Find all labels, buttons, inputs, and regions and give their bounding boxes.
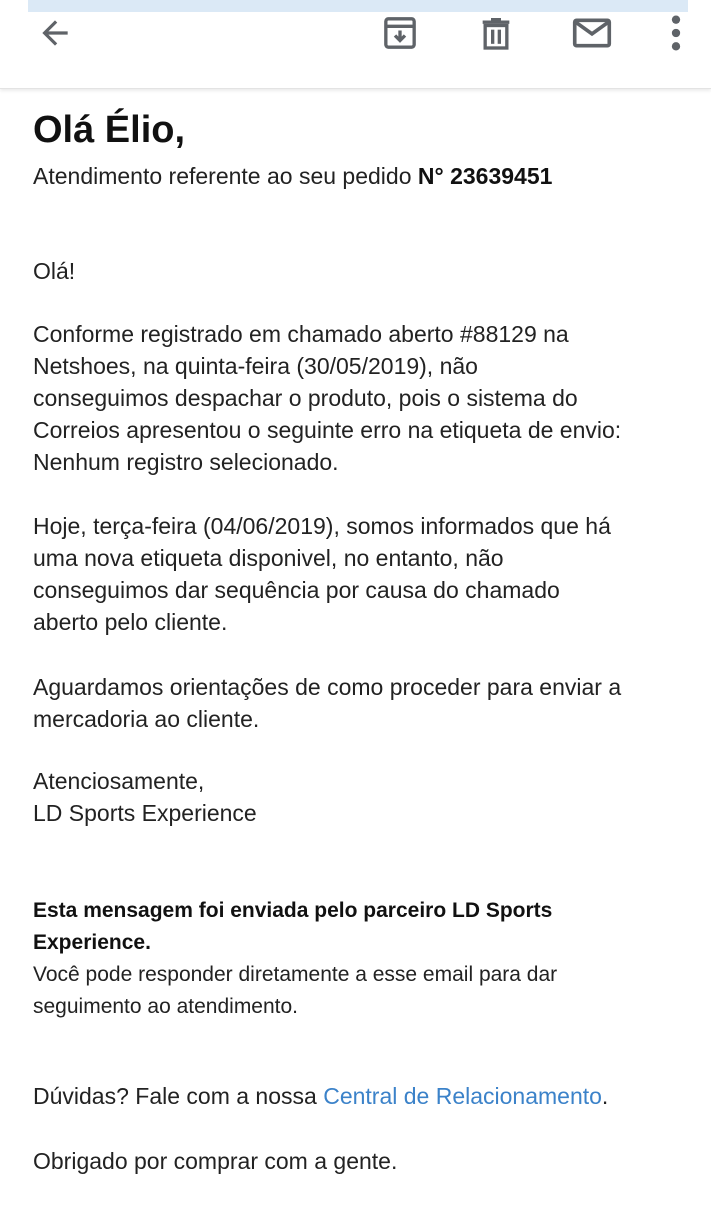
body-line: Hoje, terça-feira (04/06/2019), somos in… <box>33 513 611 539</box>
body-line: Conforme registrado em chamado aberto #8… <box>33 321 569 347</box>
back-button[interactable] <box>30 10 80 56</box>
order-number: N° 23639451 <box>417 163 553 189</box>
signature-block: Atenciosamente, LD Sports Experience <box>33 765 257 829</box>
archive-icon <box>384 17 416 49</box>
body-line: Nenhum registro selecionado. <box>33 449 339 475</box>
doubts-suffix: . <box>601 1083 609 1109</box>
signature-name: LD Sports Experience <box>33 800 257 826</box>
email-body: Olá Élio, Atendimento referente ao seu p… <box>33 105 693 1174</box>
trash-icon <box>482 18 510 50</box>
doubts-paragraph: Dúvidas? Fale com a nossa Central de Rel… <box>33 1080 608 1112</box>
body-line: mercadoria ao cliente. <box>33 706 260 732</box>
doubts-text: Dúvidas? Fale com a nossa <box>33 1083 324 1109</box>
signoff-text: Atenciosamente, <box>33 768 205 794</box>
body-paragraph-2: Hoje, terça-feira (04/06/2019), somos in… <box>33 510 611 638</box>
body-line: conseguimos despachar o produto, pois o … <box>33 385 578 411</box>
notice-line: seguimento ao atendimento. <box>33 995 299 1018</box>
hello-paragraph: Olá! <box>33 258 76 284</box>
body-line: conseguimos dar sequência por causa do c… <box>33 577 560 603</box>
body-line: Correios apresentou o seguinte erro na e… <box>33 417 622 443</box>
archive-button[interactable] <box>374 8 426 58</box>
notice-bold-line: Experience. <box>33 931 151 954</box>
body-line: Aguardamos orientações de como proceder … <box>33 674 622 700</box>
subtitle-text: Atendimento referente ao seu pedido <box>33 163 418 189</box>
email-subtitle: Atendimento referente ao seu pedido N° 2… <box>33 161 693 191</box>
arrow-left-icon <box>42 20 68 46</box>
body-line: uma nova etiqueta disponivel, no entanto… <box>33 545 504 571</box>
more-options-button[interactable] <box>656 8 696 58</box>
email-toolbar <box>0 0 711 89</box>
notice-bold-line: Esta mensagem foi enviada pelo parceiro … <box>33 899 553 922</box>
mail-icon <box>572 18 612 48</box>
thanks-paragraph: Obrigado por comprar com a gente. <box>33 1148 398 1174</box>
body-line: Netshoes, na quinta-feira (30/05/2019), … <box>33 353 478 379</box>
email-greeting: Olá Élio, <box>33 109 186 151</box>
body-paragraph-1: Conforme registrado em chamado aberto #8… <box>33 318 621 478</box>
more-vert-icon <box>671 15 681 51</box>
body-line: aberto pelo cliente. <box>33 609 228 635</box>
body-paragraph-3: Aguardamos orientações de como proceder … <box>33 671 621 735</box>
delete-button[interactable] <box>470 8 522 58</box>
mark-unread-button[interactable] <box>564 8 620 58</box>
partner-notice: Esta mensagem foi enviada pelo parceiro … <box>33 895 557 1023</box>
relationship-center-link[interactable]: Central de Relacionamento <box>323 1083 602 1109</box>
notice-line: Você pode responder diretamente a esse e… <box>33 963 558 986</box>
